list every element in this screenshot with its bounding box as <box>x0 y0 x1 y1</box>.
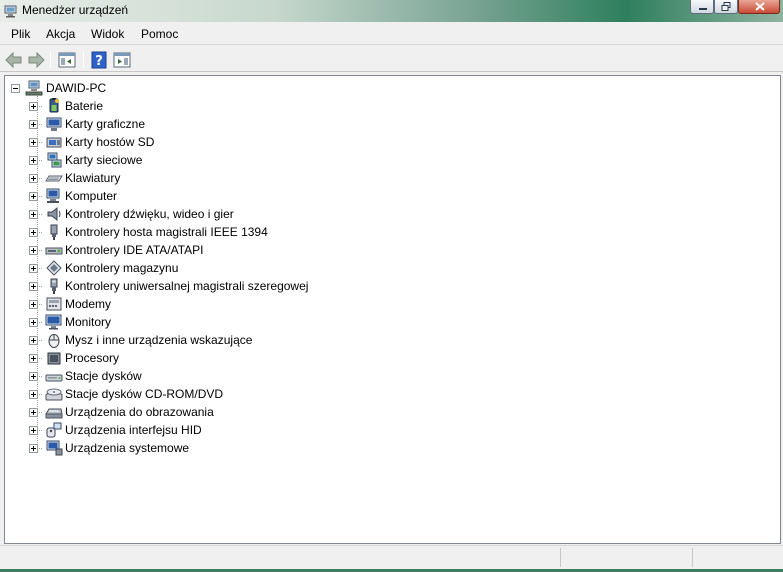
tree-item-label: Kontrolery magazynu <box>65 261 179 275</box>
tree-item-label: Komputer <box>65 189 118 203</box>
tree-item-label: Urządzenia do obrazowania <box>65 405 214 419</box>
tree-item-label: Stacje dysków <box>65 369 142 383</box>
window-title: Menedżer urządzeń <box>22 3 129 17</box>
keyboard-icon <box>45 175 63 182</box>
tree-item-modem[interactable]: Modemy <box>5 295 780 313</box>
tree-item-storage-controller[interactable]: Kontrolery magazynu <box>5 259 780 277</box>
storage-controller-icon <box>46 260 62 276</box>
display-adapter-icon <box>46 117 62 131</box>
tree-item-label: Monitory <box>65 315 112 329</box>
system-device-icon <box>46 440 63 456</box>
computer-icon <box>46 188 60 203</box>
tree-item-imaging-device[interactable]: Urządzenia do obrazowania <box>5 403 780 421</box>
status-bar <box>0 545 783 569</box>
show-hide-console-tree-button[interactable] <box>57 50 77 70</box>
tree-item-label: Karty hostów SD <box>65 135 155 149</box>
tree-item-usb[interactable]: Kontrolery uniwersalnej magistrali szere… <box>5 277 780 295</box>
device-manager-app-icon <box>4 5 17 18</box>
tree-connector-line <box>37 96 38 447</box>
tree-item-ide-controller[interactable]: Kontrolery IDE ATA/ATAPI <box>5 241 780 259</box>
tree-item-sd-host[interactable]: Karty hostów SD <box>5 133 780 151</box>
processor-icon <box>47 352 61 365</box>
collapse-expander[interactable] <box>11 84 20 93</box>
status-pane-tertiary <box>692 548 780 567</box>
hid-icon <box>46 422 62 438</box>
tree-item-keyboard[interactable]: Klawiatury <box>5 169 780 187</box>
tree-item-label: Baterie <box>65 99 104 113</box>
computer-network-icon <box>25 80 43 96</box>
toolbar: ? <box>0 47 783 72</box>
menu-item-pomoc[interactable]: Pomoc <box>141 27 178 41</box>
tree-item-processor[interactable]: Procesory <box>5 349 780 367</box>
tree-root-node[interactable]: DAWID-PC <box>5 79 780 97</box>
minimize-icon <box>699 8 707 10</box>
forward-button[interactable] <box>26 50 46 70</box>
menu-item-akcja[interactable]: Akcja <box>46 27 75 41</box>
forward-arrow-icon <box>28 51 45 69</box>
battery-icon <box>49 98 59 113</box>
help-button[interactable]: ? <box>89 50 109 70</box>
properties-icon <box>113 52 131 68</box>
device-manager-window: Menedżer urządzeń Plik Akcja Widok Pomoc <box>0 0 783 572</box>
tree-item-system-device[interactable]: Urządzenia systemowe <box>5 439 780 457</box>
toolbar-separator <box>83 51 84 68</box>
tree-item-mouse[interactable]: Mysz i inne urządzenia wskazujące <box>5 331 780 349</box>
network-adapter-icon <box>47 152 62 168</box>
tree-item-disk-drive[interactable]: Stacje dysków <box>5 367 780 385</box>
svg-text:?: ? <box>95 54 103 69</box>
tree-item-computer[interactable]: Komputer <box>5 187 780 205</box>
title-bar[interactable]: Menedżer urządzeń <box>0 0 783 22</box>
close-button[interactable] <box>738 0 780 14</box>
minimize-button[interactable] <box>690 0 714 14</box>
mouse-icon <box>48 334 60 348</box>
tree-item-label: Mysz i inne urządzenia wskazujące <box>65 333 253 347</box>
tree-item-label: Klawiatury <box>65 171 121 185</box>
imaging-device-icon <box>45 408 63 419</box>
menu-bar: Plik Akcja Widok Pomoc <box>0 24 783 45</box>
tree-item-label: Urządzenia systemowe <box>65 441 190 455</box>
restore-icon <box>721 2 731 11</box>
tree-item-label: Kontrolery uniwersalnej magistrali szere… <box>65 279 309 293</box>
back-arrow-icon <box>5 51 22 69</box>
tree-item-monitor[interactable]: Monitory <box>5 313 780 331</box>
back-button[interactable] <box>4 50 24 70</box>
help-icon: ? <box>91 51 107 69</box>
modem-icon <box>46 297 62 311</box>
tree-item-battery[interactable]: Baterie <box>5 97 780 115</box>
tree-item-label: Urządzenia interfejsu HID <box>65 423 202 437</box>
tree-item-label: Stacje dysków CD-ROM/DVD <box>65 387 224 401</box>
maximize-button[interactable] <box>714 0 738 14</box>
tree-item-label: Karty graficzne <box>65 117 146 131</box>
tree-item-label: Procesory <box>65 351 120 365</box>
sd-host-icon <box>46 137 62 148</box>
tree-item-label: Karty sieciowe <box>65 153 143 167</box>
ide-controller-icon <box>45 247 63 255</box>
tree-item-label: Kontrolery IDE ATA/ATAPI <box>65 243 204 257</box>
tree-item-sound[interactable]: Kontrolery dźwięku, wideo i gier <box>5 205 780 223</box>
tree-root-label: DAWID-PC <box>46 81 107 95</box>
tree-item-dvd-drive[interactable]: Stacje dysków CD-ROM/DVD <box>5 385 780 403</box>
close-icon <box>755 2 765 11</box>
tree-item-label: Kontrolery dźwięku, wideo i gier <box>65 207 234 221</box>
properties-button[interactable] <box>112 50 132 70</box>
tree-item-hid[interactable]: Urządzenia interfejsu HID <box>5 421 780 439</box>
device-tree[interactable]: DAWID-PC Baterie Karty graficzne Karty hos… <box>4 75 781 544</box>
dvd-drive-icon <box>45 388 63 401</box>
menu-item-plik[interactable]: Plik <box>11 27 30 41</box>
monitor-icon <box>45 314 62 330</box>
status-pane-secondary <box>560 548 692 567</box>
tree-item-ieee1394[interactable]: Kontrolery hosta magistrali IEEE 1394 <box>5 223 780 241</box>
tree-item-label: Kontrolery hosta magistrali IEEE 1394 <box>65 225 268 239</box>
tree-item-display-adapter[interactable]: Karty graficzne <box>5 115 780 133</box>
show-hide-tree-icon <box>58 52 76 68</box>
tree-item-label: Modemy <box>65 297 112 311</box>
ieee1394-icon <box>50 224 58 240</box>
toolbar-separator <box>50 51 51 68</box>
menu-item-widok[interactable]: Widok <box>91 27 124 41</box>
sound-icon <box>47 206 61 222</box>
disk-drive-icon <box>45 374 63 382</box>
usb-icon <box>50 278 58 294</box>
status-pane-main <box>3 548 560 567</box>
tree-item-network-adapter[interactable]: Karty sieciowe <box>5 151 780 169</box>
